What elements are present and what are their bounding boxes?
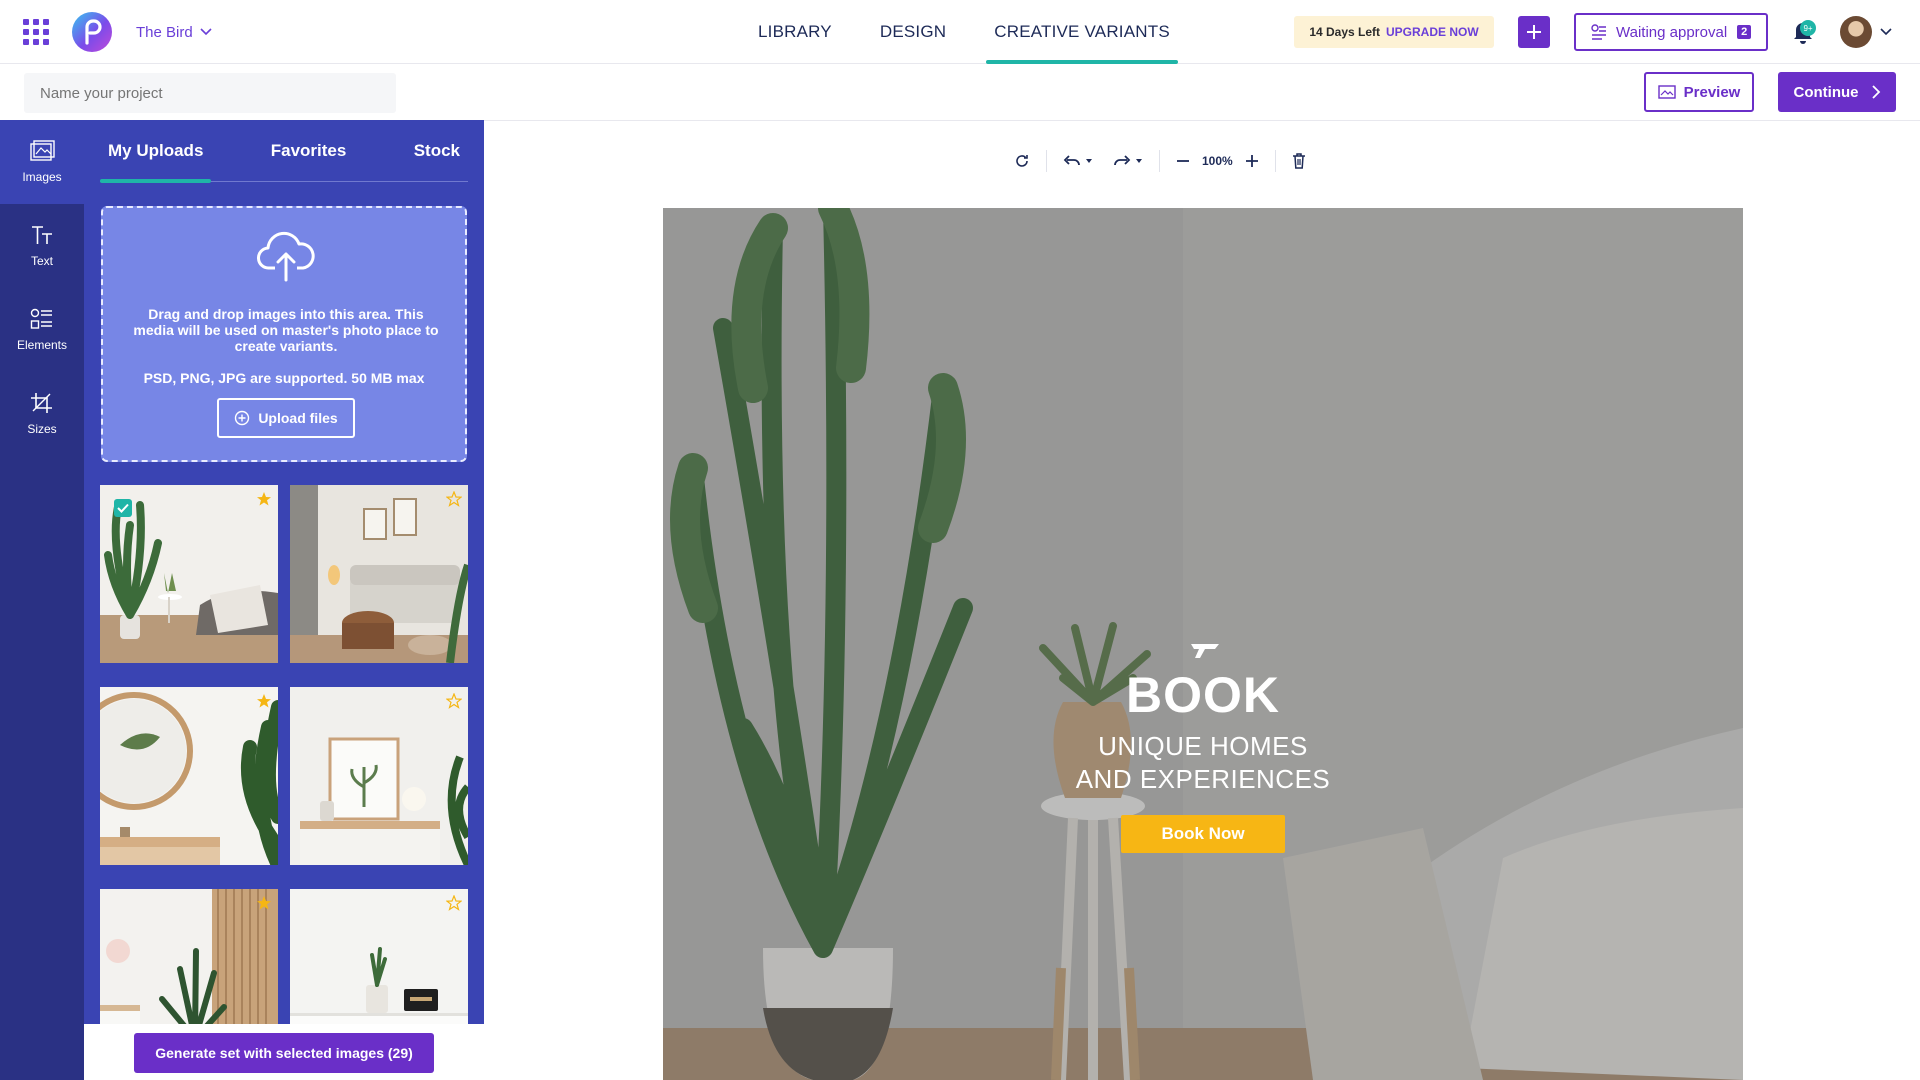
project-name-input[interactable]: [24, 73, 396, 113]
images-icon: [30, 140, 55, 161]
tab-favorites[interactable]: Favorites: [263, 120, 355, 182]
upload-dropzone[interactable]: Drag and drop images into this area. Thi…: [101, 206, 467, 462]
rail-item-elements[interactable]: Elements: [0, 288, 84, 372]
rail-item-sizes[interactable]: Sizes: [0, 372, 84, 456]
notification-badge: 9+: [1800, 20, 1816, 36]
trash-icon: [1292, 153, 1305, 169]
rail-label-text: Text: [30, 254, 53, 268]
approval-icon: [1591, 24, 1606, 40]
continue-button[interactable]: Continue: [1778, 72, 1896, 112]
check-icon: [117, 503, 129, 513]
ad-subline-1: UNIQUE HOMES: [1098, 731, 1308, 761]
approval-count-badge: 2: [1737, 25, 1752, 39]
minus-icon: [1177, 160, 1189, 162]
main-nav: LIBRARY DESIGN CREATIVE VARIANTS: [750, 0, 1210, 64]
cloud-upload-icon: [257, 231, 315, 282]
elements-icon: [30, 308, 52, 329]
zoom-out-button[interactable]: [1166, 145, 1200, 177]
upload-files-button[interactable]: Upload files: [217, 398, 355, 438]
rail-item-images[interactable]: Images: [0, 120, 84, 204]
editor-toolbar: 100%: [1004, 145, 1316, 177]
canvas-area: 100% BOOK UNIQUE HOMES AND EXPERIENCES B…: [484, 121, 1920, 1080]
star-filled-icon[interactable]: [256, 693, 272, 709]
nav-design[interactable]: DESIGN: [872, 0, 954, 64]
zoom-level[interactable]: 100%: [1200, 154, 1235, 168]
ad-subline-2: AND EXPERIENCES: [1075, 764, 1331, 794]
ad-subheadline[interactable]: UNIQUE HOMES AND EXPERIENCES: [663, 730, 1743, 796]
caret-down-icon: [1136, 159, 1142, 163]
thumbnail-frame-shelf: [290, 687, 468, 865]
star-outline-icon[interactable]: [446, 895, 462, 911]
star-outline-icon[interactable]: [446, 491, 462, 507]
undo-button[interactable]: [1053, 145, 1103, 177]
apps-grid-icon[interactable]: [23, 19, 49, 45]
selected-checkbox[interactable]: [114, 499, 132, 517]
nav-library[interactable]: LIBRARY: [750, 0, 840, 64]
nav-creative-variants[interactable]: CREATIVE VARIANTS: [986, 0, 1178, 64]
chevron-right-icon: [1871, 85, 1880, 99]
generate-footer: Generate set with selected images (29): [84, 1024, 484, 1080]
plus-icon: [1245, 155, 1258, 167]
thumbnail-living-room: [290, 485, 468, 663]
plus-icon: [1527, 25, 1541, 39]
chevron-down-icon[interactable]: [200, 26, 212, 36]
image-thumbnail[interactable]: [100, 485, 278, 663]
trial-banner[interactable]: 14 Days Left UPGRADE NOW: [1294, 16, 1494, 48]
refresh-button[interactable]: [1004, 145, 1040, 177]
image-thumbnail[interactable]: [100, 687, 278, 865]
book-now-button[interactable]: Book Now: [1121, 815, 1285, 853]
rail-item-text[interactable]: Text: [0, 204, 84, 288]
preview-button[interactable]: Preview: [1644, 72, 1754, 112]
text-icon: [32, 226, 52, 244]
caret-down-icon: [1086, 159, 1092, 163]
preview-label: Preview: [1683, 83, 1741, 101]
image-thumbnail[interactable]: [290, 485, 468, 663]
brand-bird-icon: [1191, 644, 1219, 658]
refresh-icon: [1016, 155, 1028, 167]
tab-my-uploads[interactable]: My Uploads: [100, 120, 212, 183]
plus-circle-icon: [235, 410, 250, 426]
waiting-approval-label: Waiting approval: [1616, 23, 1728, 41]
redo-button[interactable]: [1103, 145, 1153, 177]
star-outline-icon[interactable]: [446, 693, 462, 709]
tab-stock[interactable]: Stock: [406, 120, 468, 182]
undo-icon: [1063, 155, 1080, 166]
create-new-button[interactable]: [1518, 16, 1550, 48]
media-tabs: My Uploads Favorites Stock: [100, 120, 468, 183]
chevron-down-icon[interactable]: [1880, 26, 1892, 36]
waiting-approval-button[interactable]: Waiting approval 2: [1574, 13, 1768, 51]
delete-button[interactable]: [1282, 145, 1316, 177]
redo-icon: [1114, 155, 1131, 166]
dropzone-instructions: Drag and drop images into this area. Thi…: [133, 306, 439, 354]
continue-label: Continue: [1793, 83, 1859, 101]
rail-label-images: Images: [22, 170, 62, 184]
rail-label-elements: Elements: [16, 338, 68, 352]
star-filled-icon[interactable]: [256, 491, 272, 507]
ad-artboard[interactable]: BOOK UNIQUE HOMES AND EXPERIENCES Book N…: [663, 208, 1743, 1080]
generate-set-button[interactable]: Generate set with selected images (29): [134, 1033, 434, 1073]
supported-formats: PSD, PNG, JPG are supported. 50 MB max: [143, 370, 425, 386]
trial-days-left: 14 Days Left: [1309, 25, 1381, 39]
image-thumbnail[interactable]: [290, 687, 468, 865]
ad-headline[interactable]: BOOK: [663, 666, 1743, 724]
thumbnail-mirror-leaf: [100, 687, 278, 865]
workspace-name[interactable]: The Bird: [136, 24, 193, 41]
preview-icon: [1657, 85, 1676, 99]
rail-label-sizes: Sizes: [27, 422, 57, 436]
zoom-in-button[interactable]: [1235, 145, 1269, 177]
user-avatar[interactable]: [1840, 16, 1872, 48]
media-panel: My Uploads Favorites Stock Drag and drop…: [84, 120, 484, 1080]
project-bar: Preview Continue: [0, 65, 1920, 121]
upload-files-label: Upload files: [258, 410, 338, 426]
logo-letter-icon: [85, 19, 102, 45]
upgrade-link[interactable]: UPGRADE NOW: [1386, 25, 1479, 39]
star-filled-icon[interactable]: [256, 895, 272, 911]
tool-rail: Images Text Elements Sizes: [0, 120, 84, 1080]
image-grid: [100, 485, 470, 1067]
top-bar: The Bird LIBRARY DESIGN CREATIVE VARIANT…: [0, 0, 1920, 64]
crop-icon: [31, 393, 52, 413]
